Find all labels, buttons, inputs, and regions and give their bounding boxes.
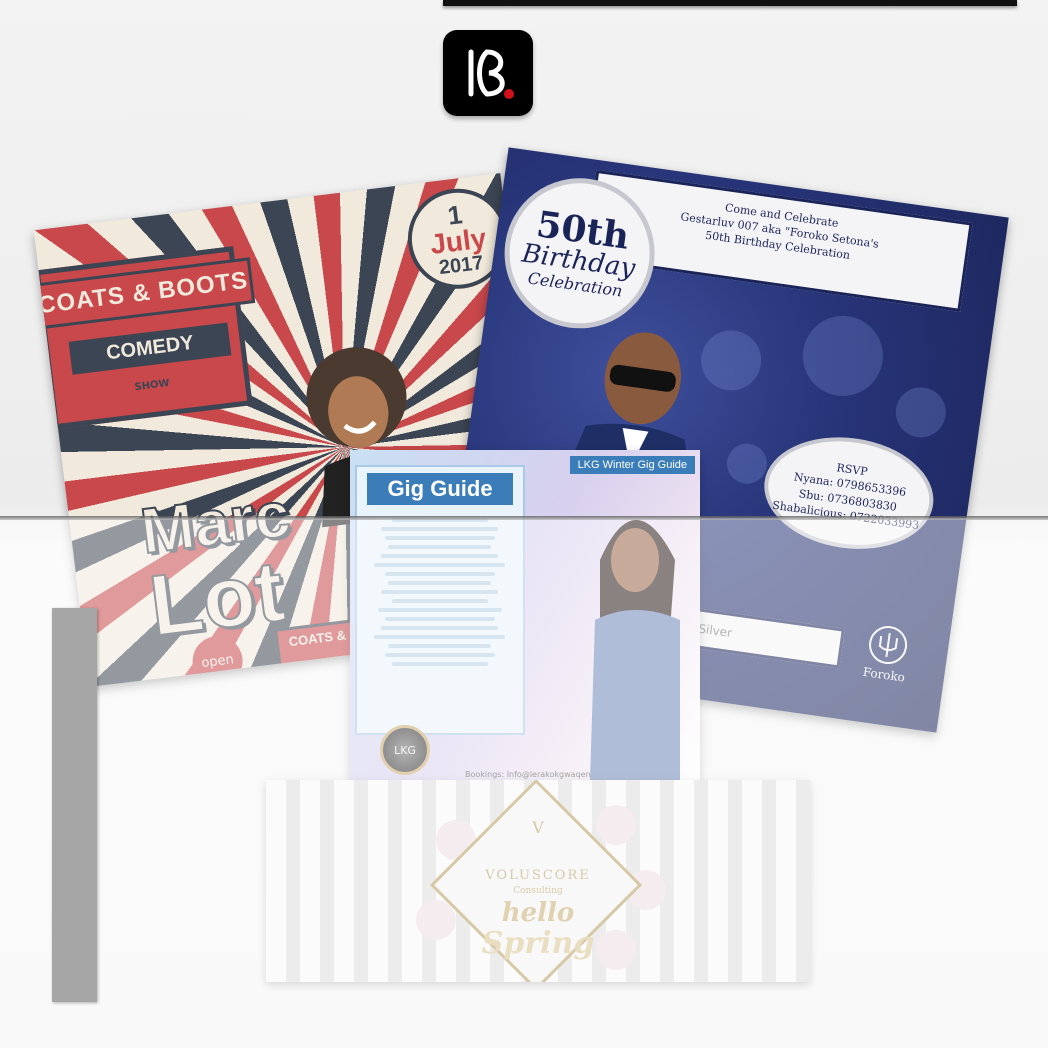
gig-guide-poster[interactable]: LKG Winter Gig Guide Gig Guide LKG Booki…: [350, 450, 700, 780]
hello-text: hello: [501, 898, 575, 928]
top-bar: [443, 0, 1017, 6]
voluscore-banner[interactable]: V VOLUSCORE Consulting hello Spring: [266, 780, 810, 982]
gig-listing-lines: [357, 505, 523, 679]
rsvp-box: RSVP Nyana: 0798653396 Sbu: 0736803830 S…: [757, 426, 941, 560]
gig-guide-title: Gig Guide: [367, 473, 513, 505]
horizon-divider: [0, 516, 1048, 520]
foroko-mark: Foroko: [846, 620, 925, 699]
voluscore-name: VOLUSCORE: [485, 868, 591, 883]
spring-text: Spring: [481, 926, 595, 961]
kb-logo[interactable]: [443, 30, 533, 116]
comedy-badge: COATS & BOOTS COMEDY SHOW: [33, 246, 256, 430]
side-scroll-bar[interactable]: [52, 608, 97, 1002]
silver-label-bar: Silver: [680, 606, 845, 669]
comedy-show-label: SHOW: [133, 377, 171, 394]
gig-listing-panel: Gig Guide: [355, 465, 525, 735]
lkg-emblem: LKG: [380, 725, 430, 775]
bokeh-bubble: [724, 441, 770, 487]
trident-icon: [869, 626, 908, 665]
gig-booking-email: Bookings: Info@lerakokgwaqen: [465, 770, 591, 779]
bokeh-bubble: [797, 310, 889, 402]
date-year: 2017: [437, 251, 485, 280]
comedy-subtitle: COMEDY: [68, 322, 232, 375]
voluscore-initial: V: [532, 818, 544, 837]
gig-guide-tag: LKG Winter Gig Guide: [569, 456, 695, 474]
comedy-brand: COATS & BOOTS: [33, 257, 256, 330]
voluscore-sub: Consulting: [513, 886, 563, 896]
bokeh-bubble: [892, 384, 950, 441]
gig-performer-photo: [590, 520, 680, 780]
kb-logo-icon: [468, 49, 514, 99]
performer-last-name: Lot: [144, 542, 290, 656]
foroko-label: Foroko: [861, 664, 906, 685]
